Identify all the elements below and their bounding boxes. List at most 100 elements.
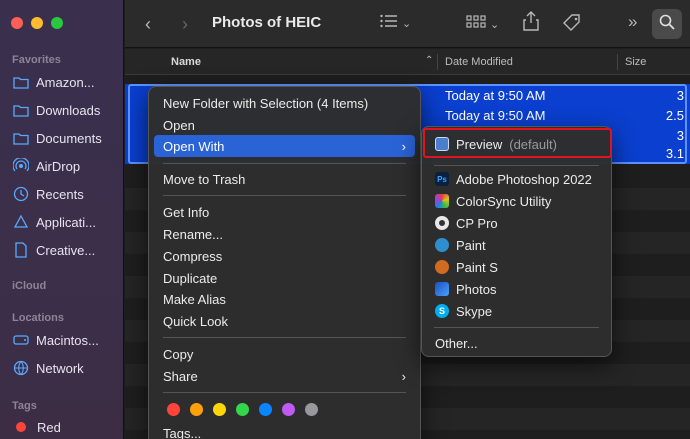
submenu-item-skype[interactable]: S Skype: [427, 300, 606, 322]
menu-item-label: Share: [163, 368, 198, 384]
tag-blue-dot[interactable]: [259, 403, 272, 416]
app-label: Paint S: [456, 259, 498, 275]
sidebar-item-macintosh[interactable]: Macintos...: [12, 329, 99, 351]
paints-icon: [435, 260, 449, 274]
submenu-item-cppro[interactable]: CP Pro: [427, 212, 606, 234]
menu-item-compress[interactable]: Compress: [154, 245, 415, 267]
submenu-item-preview[interactable]: Preview (default): [427, 133, 606, 155]
size-cell: 3.1: [665, 146, 684, 161]
airdrop-icon: [12, 158, 29, 175]
skype-icon: S: [435, 304, 449, 318]
sidebar-item-downloads[interactable]: Downloads: [12, 99, 100, 121]
column-header: Name ⌃ Date Modified Size: [125, 49, 690, 75]
sidebar-item-tag-red[interactable]: Red: [12, 416, 61, 438]
sidebar-item-label: AirDrop: [36, 158, 81, 174]
menu-item-open-with[interactable]: Open With ›: [154, 135, 415, 157]
submenu-item-photos[interactable]: Photos: [427, 278, 606, 300]
submenu-item-photoshop[interactable]: Ps Adobe Photoshop 2022: [427, 168, 606, 190]
close-window-button[interactable]: [11, 17, 23, 29]
menu-separator: [163, 392, 406, 393]
tag-gray-dot[interactable]: [305, 403, 318, 416]
context-menu: New Folder with Selection (4 Items) Open…: [148, 86, 421, 439]
sidebar-item-documents[interactable]: Documents: [12, 127, 102, 149]
folder-icon: [12, 74, 29, 91]
size-column-header[interactable]: Size: [625, 56, 646, 68]
app-label: ColorSync Utility: [456, 193, 552, 209]
sidebar-item-label: Downloads: [36, 102, 101, 118]
date-cell: Today at 9:50 AM: [445, 108, 546, 123]
submenu-item-paint[interactable]: Paint: [427, 234, 606, 256]
menu-item-share[interactable]: Share ›: [154, 365, 415, 387]
globe-icon: [12, 360, 29, 377]
search-icon: [659, 14, 675, 35]
menu-item-quick-look[interactable]: Quick Look: [154, 310, 415, 332]
tag-yellow-dot[interactable]: [213, 403, 226, 416]
date-column-header[interactable]: Date Modified: [445, 56, 513, 68]
tag-green-dot[interactable]: [236, 403, 249, 416]
sort-chevron-icon: ⌃: [425, 55, 434, 66]
menu-item-rename[interactable]: Rename...: [154, 223, 415, 245]
submenu-item-other[interactable]: Other...: [427, 332, 606, 354]
group-button[interactable]: ⌄: [466, 15, 499, 34]
back-button[interactable]: ‹: [145, 14, 151, 35]
app-label: CP Pro: [456, 215, 498, 231]
menu-item-copy[interactable]: Copy: [154, 343, 415, 365]
menu-item-make-alias[interactable]: Make Alias: [154, 288, 415, 310]
menu-separator: [434, 165, 599, 166]
chevron-right-icon: ›: [401, 368, 406, 384]
sidebar-item-network[interactable]: Network: [12, 357, 84, 379]
view-options-button[interactable]: ⌄: [380, 14, 411, 33]
double-chevron-icon: »: [628, 12, 638, 31]
sidebar-item-amazon[interactable]: Amazon...: [12, 71, 95, 93]
date-cell: Today at 9:50 AM: [445, 88, 546, 103]
sidebar-item-recents[interactable]: Recents: [12, 183, 84, 205]
more-toolbar-button[interactable]: »: [628, 12, 637, 32]
size-cell: 2.5: [665, 108, 684, 123]
search-button[interactable]: [652, 9, 682, 39]
minimize-window-button[interactable]: [31, 17, 43, 29]
submenu-item-paints[interactable]: Paint S: [427, 256, 606, 278]
document-icon: [12, 242, 29, 259]
sidebar-item-applications[interactable]: Applicati...: [12, 211, 96, 233]
menu-item-label: Open With: [163, 138, 225, 154]
sidebar-item-label: Documents: [36, 130, 102, 146]
menu-item-open[interactable]: Open: [154, 114, 415, 136]
menu-item-move-to-trash[interactable]: Move to Trash: [154, 168, 415, 190]
folder-icon: [12, 102, 29, 119]
tag-purple-dot[interactable]: [282, 403, 295, 416]
tags-heading: Tags: [12, 400, 37, 412]
sidebar-item-label: Amazon...: [36, 74, 95, 90]
chevron-right-icon: ›: [401, 138, 406, 154]
menu-item-get-info[interactable]: Get Info: [154, 201, 415, 223]
sidebar-item-label: Macintos...: [36, 332, 99, 348]
forward-button[interactable]: ›: [182, 14, 188, 35]
sidebar-item-label: Creative...: [36, 242, 96, 258]
menu-separator: [163, 337, 406, 338]
sidebar-item-airdrop[interactable]: AirDrop: [12, 155, 80, 177]
app-label: Paint: [456, 237, 486, 253]
window-controls: [11, 17, 63, 29]
menu-item-tags[interactable]: Tags...: [154, 422, 415, 439]
colorsync-icon: [435, 194, 449, 208]
app-label: Skype: [456, 303, 493, 319]
tag-orange-dot[interactable]: [190, 403, 203, 416]
zoom-window-button[interactable]: [51, 17, 63, 29]
clock-icon: [12, 186, 29, 203]
menu-separator: [163, 195, 406, 196]
red-tag-icon: [16, 422, 26, 432]
tag-button[interactable]: [562, 13, 582, 38]
sidebar-item-creative[interactable]: Creative...: [12, 239, 95, 261]
menu-item-duplicate[interactable]: Duplicate: [154, 267, 415, 289]
share-button[interactable]: [523, 11, 539, 36]
menu-item-new-folder-with-selection[interactable]: New Folder with Selection (4 Items): [154, 92, 415, 114]
sidebar-item-label: Network: [36, 360, 84, 376]
tag-red-dot[interactable]: [167, 403, 180, 416]
chevron-down-icon: ⌄: [490, 19, 500, 31]
icloud-heading: iCloud: [12, 280, 47, 292]
name-column-header[interactable]: Name: [171, 56, 201, 68]
grid-icon: [466, 15, 486, 34]
sidebar-item-label: Red: [37, 419, 61, 435]
app-label: Adobe Photoshop 2022: [456, 171, 592, 187]
submenu-item-colorsync[interactable]: ColorSync Utility: [427, 190, 606, 212]
size-cell: 3: [676, 128, 684, 143]
